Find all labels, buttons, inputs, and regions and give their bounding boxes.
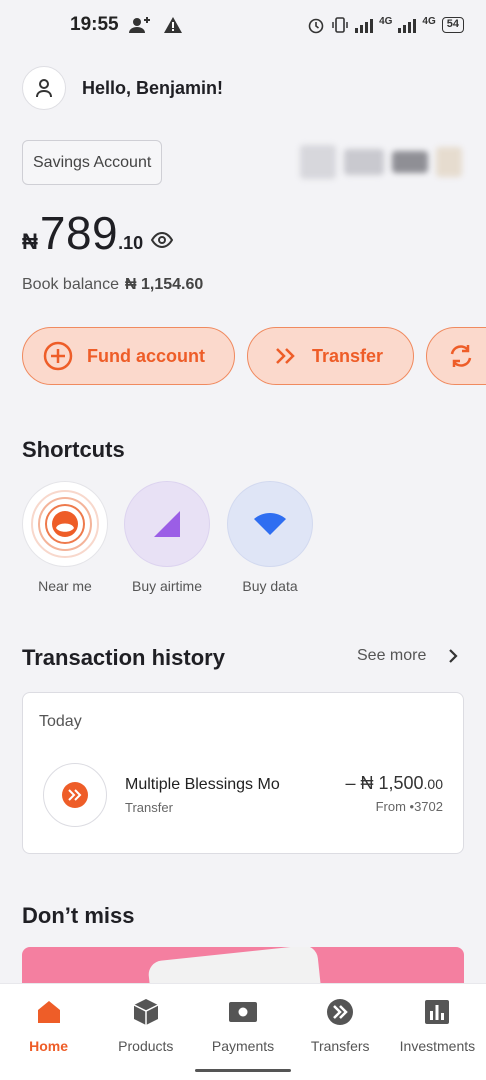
book-balance: Book balance ₦ 1,154.60: [22, 276, 203, 294]
signal-icon-2: [398, 17, 417, 33]
quick-actions: Fund account Transfer: [22, 327, 486, 385]
nav-home[interactable]: Home: [0, 984, 97, 1080]
airtime-icon: [124, 481, 210, 567]
book-balance-label: Book balance: [22, 276, 119, 293]
nav-products-label: Products: [118, 1038, 174, 1054]
fund-account-button[interactable]: Fund account: [22, 327, 235, 385]
blurred-logo: [300, 140, 465, 184]
battery-level: 54: [441, 17, 464, 33]
nav-products[interactable]: Products: [97, 984, 194, 1080]
transaction-source: From •3702: [375, 799, 443, 814]
home-icon: [36, 998, 62, 1026]
transaction-amount-main: – ₦ 1,500: [345, 773, 424, 793]
balance: ₦ 789 .10: [22, 206, 174, 260]
balance-main: 789: [39, 207, 119, 259]
balance-currency: ₦: [22, 229, 38, 254]
plus-circle-icon: [43, 341, 73, 371]
vibrate-icon: [332, 17, 348, 33]
greeting: Hello, Benjamin!: [82, 77, 224, 98]
contact-add-icon: [128, 17, 150, 33]
nav-investments-label: Investments: [399, 1038, 476, 1054]
transaction-card: Today Multiple Blessings Mo Transfer – ₦…: [22, 692, 464, 854]
transfer-label: Transfer: [312, 345, 384, 366]
status-bar: 19:55 4G 4G 54: [0, 0, 486, 50]
avatar[interactable]: [22, 66, 66, 110]
double-chevron-icon: [274, 346, 298, 366]
bottom-nav: Home Products Payments Transfers Investm…: [0, 983, 486, 1080]
wifi-icon: [227, 481, 313, 567]
transaction-amount: – ₦ 1,500.00: [345, 773, 443, 794]
eye-icon[interactable]: [151, 232, 174, 248]
shortcut-buy-data[interactable]: Buy data: [226, 481, 314, 594]
transaction-amount-decimal: .00: [423, 776, 443, 792]
transaction-name: Multiple Blessings Mo: [125, 776, 280, 793]
home-indicator: [195, 1069, 291, 1072]
network-type-1: 4G: [379, 15, 393, 27]
transaction-group-date: Today: [39, 713, 82, 730]
nav-investments[interactable]: Investments: [389, 984, 486, 1080]
payments-icon: [228, 998, 258, 1026]
promo-image: [147, 947, 323, 987]
user-icon: [36, 79, 52, 98]
shortcut-buy-airtime[interactable]: Buy airtime: [123, 481, 211, 594]
refresh-icon: [447, 342, 475, 370]
alarm-icon: [308, 18, 324, 34]
see-more-label: See more: [357, 647, 427, 664]
signal-icon: [355, 17, 374, 33]
promo-banner[interactable]: [22, 947, 464, 987]
warning-icon: [163, 17, 182, 33]
transaction-history-title: Transaction history: [22, 645, 225, 670]
nav-transfers[interactable]: Transfers: [292, 984, 389, 1080]
transaction-icon: [43, 763, 107, 827]
transfer-button[interactable]: Transfer: [247, 327, 414, 385]
nav-home-label: Home: [29, 1038, 69, 1054]
box-icon: [133, 998, 159, 1026]
nav-transfers-label: Transfers: [310, 1038, 370, 1054]
shortcuts-title: Shortcuts: [22, 437, 125, 462]
nav-payments-label: Payments: [211, 1038, 275, 1054]
see-more-link[interactable]: See more: [357, 647, 458, 665]
header: Hello, Benjamin!: [22, 66, 223, 110]
investments-icon: [424, 998, 450, 1026]
buy-data-label: Buy data: [242, 578, 298, 594]
near-me-icon: [22, 481, 108, 567]
account-type-selector[interactable]: Savings Account: [22, 140, 163, 185]
dont-miss-title: Don’t miss: [22, 903, 135, 928]
near-me-label: Near me: [38, 578, 92, 594]
network-type-2: 4G: [422, 15, 436, 27]
more-action-button[interactable]: [426, 327, 486, 385]
transaction-type: Transfer: [125, 800, 173, 815]
balance-decimal: .10: [118, 233, 144, 253]
nav-payments[interactable]: Payments: [194, 984, 291, 1080]
book-balance-value: ₦ 1,154.60: [124, 276, 204, 293]
chevron-right-icon: [449, 649, 458, 663]
transfers-icon: [326, 998, 354, 1026]
fund-account-label: Fund account: [87, 345, 205, 366]
status-time: 19:55: [70, 14, 119, 35]
transfer-icon: [62, 782, 88, 808]
buy-airtime-label: Buy airtime: [131, 578, 203, 594]
shortcut-near-me[interactable]: Near me: [21, 481, 109, 594]
